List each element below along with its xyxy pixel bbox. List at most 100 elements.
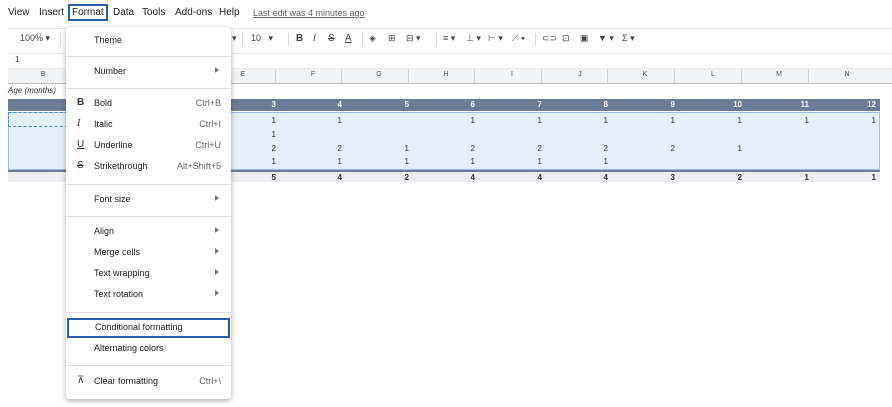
menu-item-text-wrapping[interactable]: Text wrapping <box>66 264 231 284</box>
header-cell[interactable]: 8 <box>588 100 608 109</box>
total-cell[interactable]: 4 <box>522 173 542 182</box>
last-edit-link[interactable]: Last edit was 4 minutes ago <box>253 8 365 18</box>
data-cell[interactable]: 2 <box>322 144 342 153</box>
header-cell[interactable]: 3 <box>256 100 276 109</box>
column-header-m[interactable]: M <box>774 71 784 78</box>
data-cell[interactable]: 1 <box>322 157 342 166</box>
total-cell[interactable]: 5 <box>256 173 276 182</box>
align-vertical-icon[interactable]: ⊥ ▾ <box>466 33 481 44</box>
chart-icon[interactable]: ▣ <box>580 33 589 44</box>
fill-color-icon[interactable]: ◈ <box>369 33 376 44</box>
menu-addons[interactable]: Add-ons <box>175 7 212 18</box>
total-cell[interactable]: 1 <box>789 173 809 182</box>
menu-item-italic[interactable]: I Italic Ctrl+I <box>66 115 231 135</box>
data-cell[interactable]: 1 <box>322 116 342 125</box>
data-cell[interactable]: 1 <box>588 116 608 125</box>
column-header-n[interactable]: N <box>842 71 852 78</box>
data-cell[interactable]: 1 <box>856 116 876 125</box>
total-cell[interactable]: 1 <box>856 173 876 182</box>
data-cell[interactable]: 2 <box>655 144 675 153</box>
menu-item-merge-cells[interactable]: Merge cells <box>66 243 231 263</box>
column-header-b[interactable]: B <box>38 71 48 78</box>
column-header-l[interactable]: L <box>708 71 718 78</box>
menu-format[interactable]: Format <box>68 4 108 21</box>
data-cell[interactable]: 1 <box>722 116 742 125</box>
total-cell[interactable]: 2 <box>722 173 742 182</box>
menu-item-theme[interactable]: Theme <box>66 31 231 51</box>
age-label: Age (months) <box>8 86 57 95</box>
strikethrough-icon[interactable]: S <box>328 33 335 44</box>
data-cell[interactable]: 1 <box>256 130 276 139</box>
link-icon[interactable]: ⊂⊃ <box>542 33 557 44</box>
data-cell[interactable]: 1 <box>389 144 409 153</box>
data-cell[interactable]: 2 <box>455 144 475 153</box>
header-cell[interactable]: 4 <box>322 100 342 109</box>
total-cell[interactable]: 4 <box>322 173 342 182</box>
data-cell[interactable]: 1 <box>455 116 475 125</box>
filter-icon[interactable]: ▼ ▾ <box>598 33 614 44</box>
data-cell[interactable]: 2 <box>256 144 276 153</box>
menu-item-alternating-colors[interactable]: Alternating colors <box>66 339 231 359</box>
menu-item-strikethrough[interactable]: S Strikethrough Alt+Shift+5 <box>66 157 231 177</box>
data-cell[interactable]: 1 <box>256 157 276 166</box>
total-cell[interactable]: 4 <box>588 173 608 182</box>
data-cell[interactable]: 1 <box>389 157 409 166</box>
bold-icon[interactable]: B <box>296 33 303 44</box>
data-cell[interactable]: 1 <box>588 157 608 166</box>
menu-item-conditional-formatting[interactable]: Conditional formatting <box>67 318 230 338</box>
zoom-select[interactable]: 100% ▾ <box>20 33 50 44</box>
data-cell[interactable]: 1 <box>455 157 475 166</box>
menu-item-underline[interactable]: U Underline Ctrl+U <box>66 136 231 156</box>
text-rotation-icon[interactable]: ⟋ ▾ <box>512 33 525 44</box>
data-cell[interactable]: 1 <box>722 144 742 153</box>
menu-item-clear-formatting[interactable]: ⊼ Clear formatting Ctrl+\ <box>66 372 231 392</box>
header-cell[interactable]: 10 <box>722 100 742 109</box>
data-cell[interactable]: 1 <box>655 116 675 125</box>
column-header-g[interactable]: G <box>374 71 384 78</box>
menu-item-bold[interactable]: B Bold Ctrl+B <box>66 94 231 114</box>
column-header-h[interactable]: H <box>441 71 451 78</box>
menu-item-label: Strikethrough <box>94 161 148 171</box>
data-cell[interactable]: 1 <box>256 116 276 125</box>
column-header-e[interactable]: E <box>238 71 248 78</box>
comment-icon[interactable]: ⊡ <box>562 33 570 44</box>
data-cell[interactable]: 2 <box>522 144 542 153</box>
header-cell[interactable]: 11 <box>789 100 809 109</box>
total-cell[interactable]: 2 <box>389 173 409 182</box>
menu-item-font-size[interactable]: Font size <box>66 190 231 210</box>
text-wrap-icon[interactable]: ⊢ ▾ <box>488 33 503 44</box>
header-cell[interactable]: 9 <box>655 100 675 109</box>
menu-item-align[interactable]: Align <box>66 222 231 242</box>
menu-insert[interactable]: Insert <box>39 7 64 18</box>
column-header-f[interactable]: F <box>308 71 318 78</box>
merge-icon[interactable]: ⊟ ▾ <box>406 33 421 44</box>
data-cell[interactable]: 1 <box>522 116 542 125</box>
menu-tools[interactable]: Tools <box>142 7 165 18</box>
header-cell[interactable]: 5 <box>389 100 409 109</box>
data-cell[interactable]: 2 <box>588 144 608 153</box>
menu-data[interactable]: Data <box>113 7 134 18</box>
italic-icon[interactable]: I <box>313 33 316 44</box>
data-cell[interactable]: 1 <box>789 116 809 125</box>
menu-help[interactable]: Help <box>219 7 240 18</box>
align-horizontal-icon[interactable]: ≡ ▾ <box>443 33 455 44</box>
functions-icon[interactable]: Σ ▾ <box>622 33 635 44</box>
menu-item-text-rotation[interactable]: Text rotation <box>66 285 231 305</box>
menu-view[interactable]: View <box>8 7 30 18</box>
column-header-i[interactable]: I <box>507 71 517 78</box>
column-header-j[interactable]: J <box>575 71 585 78</box>
header-cell[interactable]: 12 <box>856 100 876 109</box>
font-size-select[interactable]: 10 ▾ <box>251 33 273 44</box>
total-cell[interactable]: 4 <box>455 173 475 182</box>
header-cell[interactable]: 7 <box>522 100 542 109</box>
text-color-icon[interactable]: A <box>345 33 352 44</box>
formula-bar-value: 1 <box>15 55 20 64</box>
column-header-k[interactable]: K <box>640 71 650 78</box>
active-cell-outline[interactable] <box>8 112 68 127</box>
font-select-arrow[interactable]: ▾ <box>232 33 237 44</box>
total-cell[interactable]: 3 <box>655 173 675 182</box>
header-cell[interactable]: 6 <box>455 100 475 109</box>
borders-icon[interactable]: ⊞ <box>388 33 396 44</box>
data-cell[interactable]: 1 <box>522 157 542 166</box>
menu-item-number[interactable]: Number <box>66 62 231 82</box>
